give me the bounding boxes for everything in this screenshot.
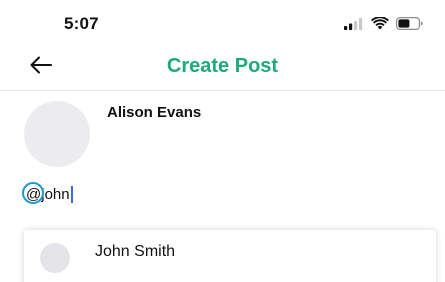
suggestion-name: John Smith — [95, 243, 176, 260]
author-name: Alison Evans — [107, 104, 202, 121]
mention-query: john — [41, 186, 70, 203]
wifi-icon — [371, 15, 389, 30]
status-icons — [344, 15, 423, 30]
suggestion-item-john-smith[interactable]: John Smith — [24, 230, 436, 282]
touch-indicator — [22, 182, 44, 204]
status-time: 5:07 — [64, 14, 99, 33]
create-post-screen: 5:07 Create Post Alison Evans @ john Joh… — [0, 0, 445, 282]
signal-icon — [344, 17, 364, 30]
mention-suggestions: John Smith — [24, 230, 436, 282]
suggestion-avatar — [40, 243, 70, 273]
mention-at-symbol: @ — [22, 182, 44, 204]
post-text-input[interactable]: @ john — [22, 182, 73, 204]
header: Create Post — [0, 44, 445, 91]
author-avatar — [24, 101, 90, 167]
status-bar: 5:07 — [0, 0, 445, 42]
page-title: Create Post — [166, 55, 279, 77]
battery-icon — [396, 16, 423, 30]
text-caret — [70, 186, 73, 203]
